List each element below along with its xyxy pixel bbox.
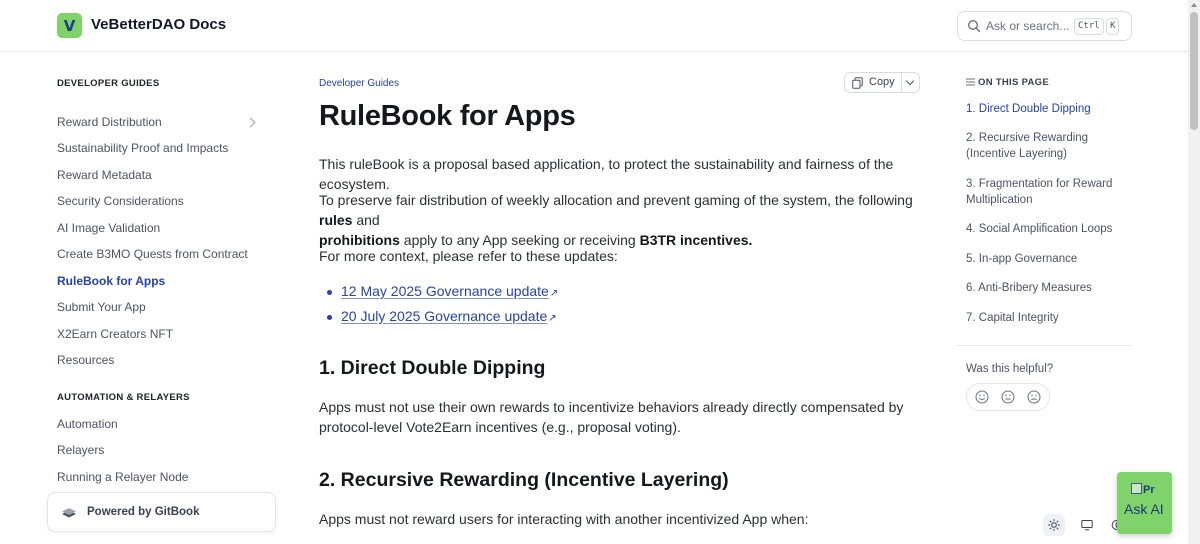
double-dipping-paragraph: Apps must not use their own rewards to i…	[319, 399, 904, 435]
text-fragment: and	[352, 212, 380, 228]
toc-item-7[interactable]: 7. Capital Integrity	[966, 310, 1126, 326]
copy-divider	[901, 73, 902, 92]
toc-item-1[interactable]: 1. Direct Double Dipping	[966, 101, 1126, 117]
copy-icon	[852, 77, 863, 89]
sidebar-item-relayer-node[interactable]: Running a Relayer Node	[57, 470, 188, 484]
sad-face-icon[interactable]	[1027, 390, 1041, 404]
search-icon	[967, 19, 981, 33]
ask-ai-button[interactable]: Pr Ask AI	[1117, 472, 1172, 534]
neutral-face-icon[interactable]	[1001, 390, 1015, 404]
powered-by-gitbook-button[interactable]: Powered by GitBook	[47, 492, 276, 532]
search-placeholder: Ask or search...	[986, 19, 1070, 33]
top-header: V VeBetterDAO Docs Ask or search... Ctrl…	[0, 0, 1188, 52]
text-fragment: To preserve fair distribution of weekly …	[319, 192, 913, 208]
sidebar-item-ai-image-validation[interactable]: AI Image Validation	[57, 221, 160, 235]
scroll-up-arrow-icon[interactable]	[1191, 3, 1197, 7]
logo-text: V	[63, 16, 76, 35]
sidebar-item-automation[interactable]: Automation	[57, 417, 118, 431]
site-logo[interactable]: V	[57, 13, 82, 38]
sidebar-item-rulebook[interactable]: RuleBook for Apps	[57, 274, 165, 288]
light-theme-button[interactable]	[1043, 514, 1065, 536]
link-label: 12 May 2025 Governance update	[341, 283, 549, 299]
context-paragraph: For more context, please refer to these …	[319, 248, 618, 264]
sidebar-section-heading: DEVELOPER GUIDES	[57, 78, 160, 89]
sidebar-item-x2earn-nft[interactable]: X2Earn Creators NFT	[57, 327, 173, 341]
rules-paragraph: To preserve fair distribution of weekly …	[319, 190, 919, 250]
sidebar-item-submit-app[interactable]: Submit Your App	[57, 300, 146, 314]
chevron-right-icon[interactable]	[245, 117, 256, 128]
sidebar-nav: DEVELOPER GUIDES Reward Distribution Sus…	[0, 53, 290, 544]
copy-page-button[interactable]: Copy	[844, 72, 920, 93]
governance-link-july[interactable]: 20 July 2025 Governance update↗	[341, 308, 557, 324]
site-title[interactable]: VeBetterDAO Docs	[91, 16, 226, 33]
system-theme-button[interactable]	[1076, 514, 1098, 536]
recursive-paragraph: Apps must not reward users for interacti…	[319, 511, 809, 527]
ask-ai-label: Ask AI	[1124, 501, 1164, 517]
sun-icon	[1048, 519, 1060, 531]
chevron-down-icon[interactable]	[905, 76, 915, 86]
feedback-rating	[966, 383, 1050, 411]
toc-item-2[interactable]: 2. Recursive Rewarding (Incentive Layeri…	[966, 130, 1126, 162]
sidebar-item-partial	[57, 94, 60, 100]
shortcut-ctrl-key: Ctrl	[1074, 18, 1104, 35]
toc-item-5[interactable]: 5. In-app Governance	[966, 251, 1126, 267]
sidebar-item-relayers[interactable]: Relayers	[57, 443, 104, 457]
toc-heading: ON THIS PAGE	[978, 77, 1049, 88]
scroll-thumb[interactable]	[1190, 12, 1198, 130]
copy-label: Copy	[869, 76, 895, 88]
sidebar-item-reward-metadata[interactable]: Reward Metadata	[57, 168, 152, 182]
list-bullet	[327, 315, 332, 320]
external-link-icon: ↗	[549, 288, 559, 299]
smile-face-icon[interactable]	[975, 390, 989, 404]
shortcut-k-key: K	[1106, 18, 1120, 35]
sidebar-item-resources[interactable]: Resources	[57, 353, 114, 367]
section-heading-direct-double-dipping: 1. Direct Double Dipping	[319, 357, 546, 379]
external-link-icon: ↗	[548, 313, 557, 324]
intro-paragraph: This ruleBook is a proposal based applic…	[319, 156, 894, 192]
toc-item-4[interactable]: 4. Social Amplification Loops	[966, 221, 1126, 237]
list-bullet	[327, 290, 332, 295]
ask-ai-broken-image: Pr	[1131, 483, 1155, 496]
toc-item-3[interactable]: 3. Fragmentation for Reward Multiplicati…	[966, 176, 1126, 208]
page-scrollbar[interactable]	[1188, 0, 1200, 544]
gitbook-icon	[62, 508, 76, 518]
toc-divider	[957, 345, 1132, 346]
list-icon	[966, 78, 975, 86]
search-box[interactable]: Ask or search... Ctrl K	[957, 11, 1132, 41]
sidebar-item-sustainability[interactable]: Sustainability Proof and Impacts	[57, 141, 228, 155]
sidebar-section-heading: AUTOMATION & RELAYERS	[57, 392, 190, 403]
section-heading-recursive-rewarding: 2. Recursive Rewarding (Incentive Layeri…	[319, 469, 729, 491]
feedback-question: Was this helpful?	[966, 363, 1054, 375]
toc-item-6[interactable]: 6. Anti-Bribery Measures	[966, 280, 1126, 296]
sidebar-item-reward-distribution[interactable]: Reward Distribution	[57, 115, 162, 129]
link-label: 20 July 2025 Governance update	[341, 308, 548, 324]
breadcrumb[interactable]: Developer Guides	[319, 78, 399, 89]
powered-by-label: Powered by GitBook	[87, 506, 200, 518]
page-title: RuleBook for Apps	[319, 100, 576, 132]
governance-link-may[interactable]: 12 May 2025 Governance update↗	[341, 283, 558, 299]
sidebar-item-security[interactable]: Security Considerations	[57, 194, 184, 208]
monitor-icon	[1081, 520, 1093, 531]
sidebar-item-b3mo-quests[interactable]: Create B3MO Quests from Contract	[57, 247, 248, 261]
rules-emphasis: rules	[319, 212, 353, 228]
